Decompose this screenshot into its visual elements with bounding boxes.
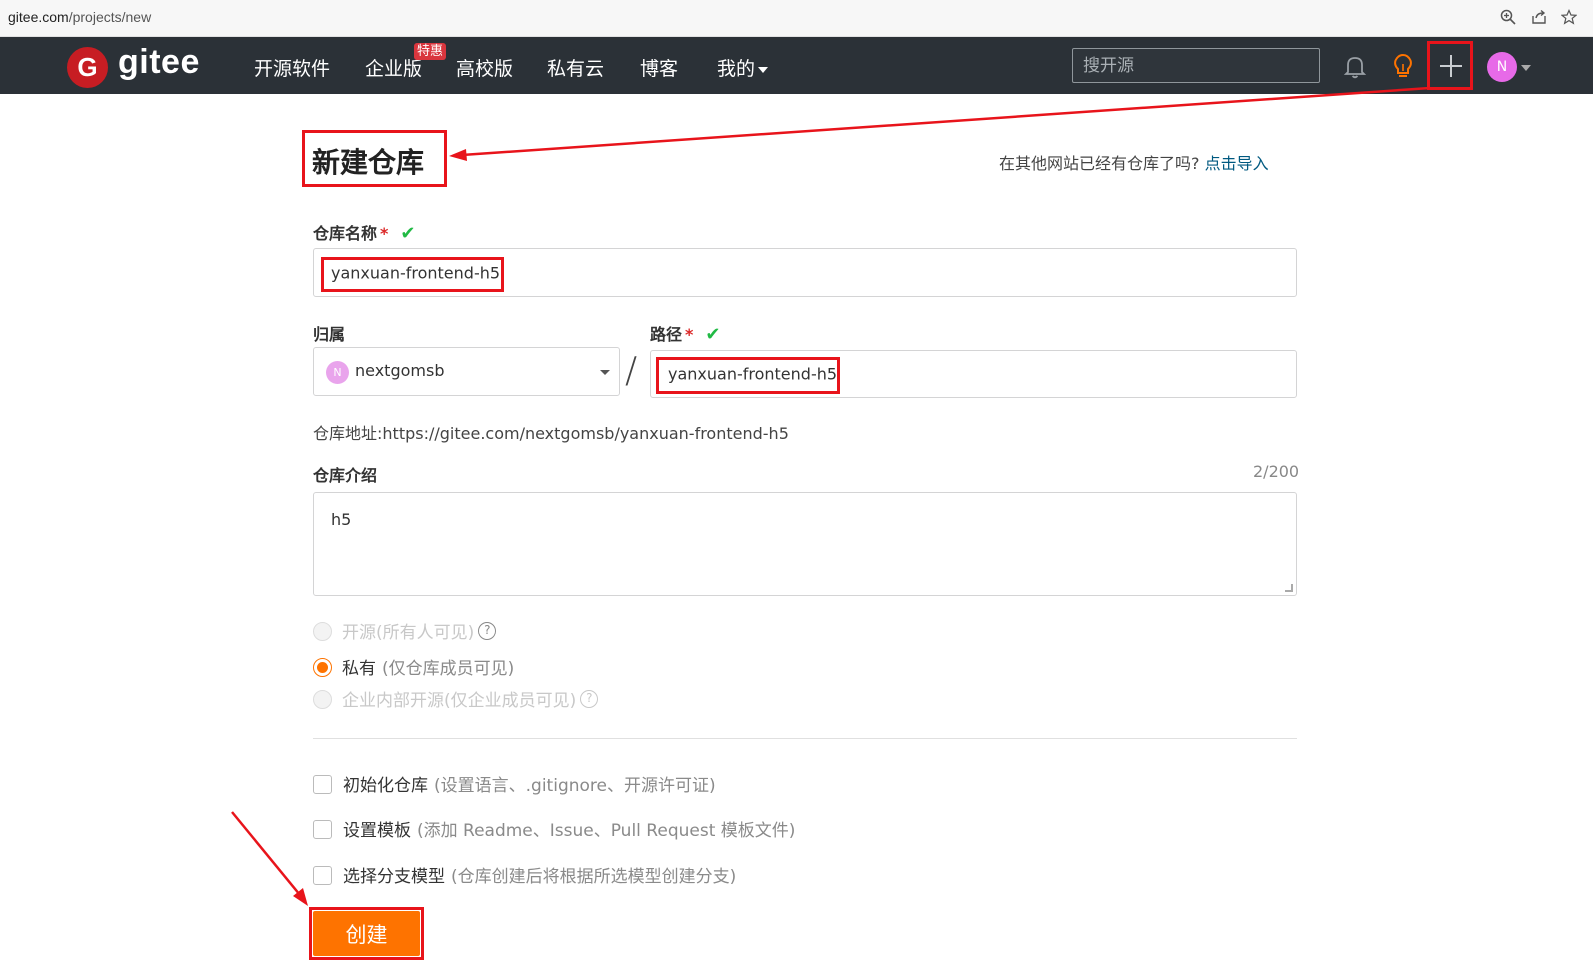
chevron-down-icon: [758, 66, 769, 73]
repo-name-label: 仓库名称 * ✔: [313, 220, 415, 244]
zoom-icon[interactable]: [1499, 9, 1517, 27]
top-navbar: G gitee 开源软件 企业版 特惠 高校版 私有云 博客 我的 N: [0, 37, 1593, 94]
avatar-chevron-down-icon[interactable]: [1521, 65, 1531, 71]
share-icon[interactable]: [1530, 9, 1548, 27]
option-branch-model-label: 选择分支模型: [343, 867, 445, 887]
browser-url-bar[interactable]: gitee.com/projects/new: [0, 0, 1593, 37]
annotation-arrows: [231, 86, 1431, 906]
nav-education[interactable]: 高校版: [456, 54, 513, 81]
repo-url-label: 仓库地址:: [313, 424, 383, 443]
path-input[interactable]: yanxuan-frontend-h5: [650, 350, 1297, 398]
add-plus-icon[interactable]: [1436, 51, 1466, 81]
option-init-repo-label: 初始化仓库: [343, 776, 428, 796]
desc-label: 仓库介绍: [313, 466, 378, 485]
desc-counter: 2/200: [1253, 462, 1300, 481]
radio-public-label: 开源: [342, 623, 376, 643]
checkbox-init-repo[interactable]: [313, 774, 332, 794]
check-icon: ✔: [705, 324, 721, 345]
radio-enterprise-circle[interactable]: [313, 689, 332, 709]
import-link[interactable]: 点击导入: [1205, 154, 1269, 173]
nav-private-cloud[interactable]: 私有云: [547, 54, 604, 81]
path-separator: /: [625, 350, 638, 391]
import-tip-text: 在其他网站已经有仓库了吗?: [999, 154, 1200, 173]
import-tip: 在其他网站已经有仓库了吗? 点击导入: [999, 150, 1269, 174]
divider: [313, 738, 1297, 739]
radio-enterprise-hint: (仅企业成员可见): [444, 691, 577, 711]
owner-value: nextgomsb: [355, 361, 445, 380]
required-mark: *: [380, 224, 389, 243]
annotation-arrow-to-create: [231, 811, 301, 896]
user-avatar[interactable]: N: [1487, 52, 1517, 82]
radio-private-circle[interactable]: [313, 657, 332, 677]
help-icon[interactable]: ?: [580, 690, 599, 708]
bookmark-star-icon[interactable]: [1560, 9, 1578, 27]
option-branch-model[interactable]: 选择分支模型 (仓库创建后将根据所选模型创建分支): [313, 862, 736, 887]
option-template-label: 设置模板: [343, 821, 411, 841]
owner-avatar: N: [326, 361, 349, 384]
checkbox-branch-model[interactable]: [313, 865, 332, 885]
radio-enterprise-label: 企业内部开源: [342, 691, 444, 711]
desc-value: h5: [331, 510, 352, 529]
owner-label: 归属: [313, 325, 346, 344]
repo-name-value: yanxuan-frontend-h5: [331, 263, 501, 282]
repo-name-label-text: 仓库名称: [313, 224, 378, 243]
nav-mine-label: 我的: [717, 58, 756, 80]
nav-blog[interactable]: 博客: [640, 54, 678, 81]
annotation-arrowhead-create: [293, 888, 308, 906]
bell-icon[interactable]: [1340, 51, 1370, 81]
repo-name-input[interactable]: yanxuan-frontend-h5: [313, 248, 1297, 297]
path-label-text: 路径: [650, 325, 683, 344]
desc-textarea[interactable]: h5: [313, 492, 1297, 596]
repo-url-value: https://gitee.com/nextgomsb/yanxuan-fron…: [382, 424, 789, 443]
hot-badge: 特惠: [414, 43, 447, 60]
annotation-arrowhead-title: [449, 149, 467, 161]
gitee-logo-icon[interactable]: G: [67, 47, 108, 88]
option-init-repo-hint: (设置语言、.gitignore、开源许可证): [434, 776, 716, 796]
option-init-repo[interactable]: 初始化仓库 (设置语言、.gitignore、开源许可证): [313, 771, 716, 796]
annotation-arrow-to-title: [461, 86, 1431, 157]
help-icon[interactable]: ?: [478, 622, 497, 640]
checkbox-template[interactable]: [313, 819, 332, 839]
nav-mine[interactable]: 我的: [717, 54, 769, 81]
required-mark: *: [685, 325, 694, 344]
option-template-hint: (添加 Readme、Issue、Pull Request 模板文件): [417, 821, 796, 841]
lightbulb-icon[interactable]: [1388, 51, 1418, 81]
radio-enterprise[interactable]: 企业内部开源(仅企业成员可见)?: [313, 686, 599, 711]
radio-public[interactable]: 开源(所有人可见)?: [313, 618, 497, 643]
check-icon: ✔: [400, 223, 416, 244]
url-text[interactable]: gitee.com/projects/new: [8, 9, 151, 25]
chevron-down-icon: [600, 370, 610, 375]
path-value: yanxuan-frontend-h5: [668, 364, 838, 384]
search-box[interactable]: [1072, 48, 1320, 83]
create-button[interactable]: 创建: [313, 911, 420, 956]
page-title: 新建仓库: [312, 146, 425, 179]
option-template[interactable]: 设置模板 (添加 Readme、Issue、Pull Request 模板文件): [313, 816, 795, 841]
nav-open-source[interactable]: 开源软件: [254, 54, 330, 81]
radio-private-hint: (仅仓库成员可见): [382, 659, 515, 679]
radio-private-label: 私有: [342, 659, 376, 679]
option-branch-model-hint: (仓库创建后将根据所选模型创建分支): [451, 867, 737, 887]
resize-handle-icon[interactable]: [1285, 584, 1293, 592]
radio-public-hint: (所有人可见): [376, 623, 475, 643]
search-input[interactable]: [1073, 49, 1319, 82]
repo-url: 仓库地址:https://gitee.com/nextgomsb/yanxuan…: [313, 420, 789, 444]
radio-public-circle[interactable]: [313, 621, 332, 641]
gitee-logo-text[interactable]: gitee: [118, 43, 200, 82]
path-label: 路径 * ✔: [650, 321, 720, 345]
owner-select[interactable]: N nextgomsb: [313, 347, 620, 396]
radio-private[interactable]: 私有 (仅仓库成员可见): [313, 654, 514, 679]
